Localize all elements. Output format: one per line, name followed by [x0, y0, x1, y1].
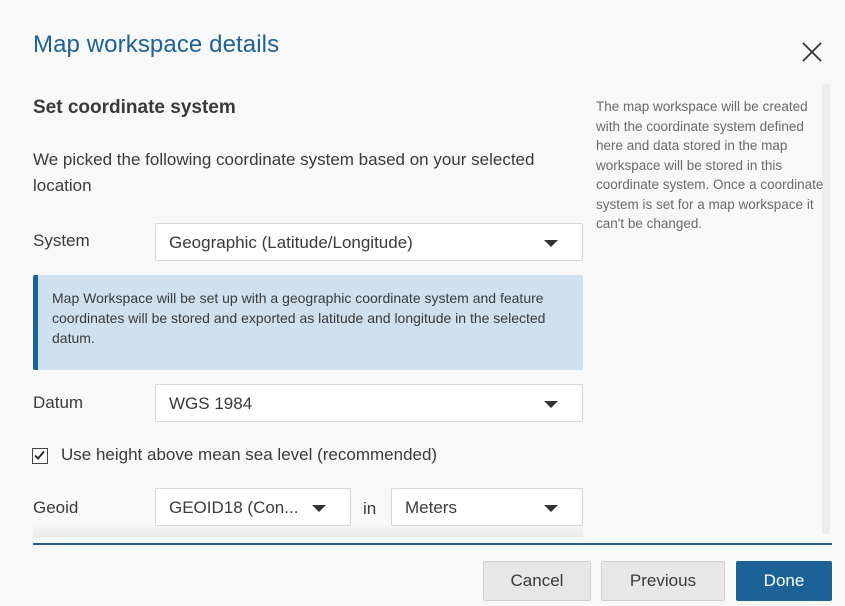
- scroll-fade: [33, 525, 583, 537]
- section-heading: Set coordinate system: [33, 97, 236, 118]
- unit-select-value: Meters: [405, 498, 457, 517]
- footer-divider: [33, 543, 832, 545]
- info-box: Map Workspace will be set up with a geog…: [33, 275, 583, 370]
- close-icon: [802, 42, 822, 62]
- info-box-text: Map Workspace will be set up with a geog…: [52, 290, 546, 346]
- chevron-down-icon: [544, 505, 558, 512]
- system-label: System: [33, 231, 90, 250]
- cancel-button[interactable]: Cancel: [483, 561, 591, 601]
- geoid-select-value: GEOID18 (Con...: [169, 498, 299, 517]
- geoid-select[interactable]: GEOID18 (Con...: [155, 488, 351, 526]
- checkmark-icon: [34, 450, 45, 460]
- height-checkbox-label[interactable]: Use height above mean sea level (recomme…: [61, 445, 437, 465]
- done-button[interactable]: Done: [736, 561, 832, 601]
- unit-select[interactable]: Meters: [391, 488, 583, 526]
- system-select[interactable]: Geographic (Latitude/Longitude): [155, 223, 583, 261]
- dialog-title: Map workspace details: [33, 31, 280, 58]
- chevron-down-icon: [544, 240, 558, 247]
- close-button[interactable]: [797, 37, 827, 67]
- datum-select-value: WGS 1984: [169, 394, 253, 413]
- previous-button[interactable]: Previous: [601, 561, 725, 601]
- in-label: in: [363, 499, 377, 518]
- system-select-value: Geographic (Latitude/Longitude): [169, 233, 413, 252]
- datum-select[interactable]: WGS 1984: [155, 384, 583, 422]
- intro-text: We picked the following coordinate syste…: [33, 150, 535, 195]
- chevron-down-icon: [544, 401, 558, 408]
- height-checkbox[interactable]: [32, 448, 48, 464]
- side-note: The map workspace will be created with t…: [596, 99, 824, 231]
- chevron-down-icon: [312, 505, 326, 512]
- geoid-label: Geoid: [33, 498, 79, 517]
- datum-label: Datum: [33, 393, 84, 412]
